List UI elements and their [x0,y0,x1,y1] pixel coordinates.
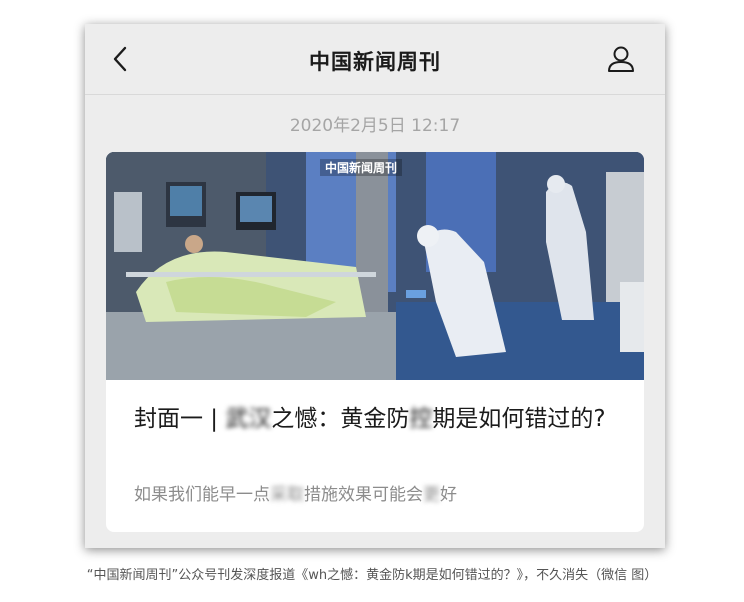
hospital-ward-illustration [106,152,644,380]
article-card[interactable]: 中国新闻周刊 封面一 | 武汉之憾：黄金防控期是如何错过的? 如果我们能早一点采… [106,152,644,532]
title-suffix: 期是如何错过的? [432,406,606,432]
title-blurred-char: 控 [409,406,433,432]
title-prefix: 封面一 | [134,406,226,432]
title-middle: 之憾：黄金防 [271,406,410,432]
summary-suffix: 好 [440,485,457,505]
article-cover-image: 中国新闻周刊 [106,152,644,380]
image-watermark: 中国新闻周刊 [320,159,403,176]
title-blurred-word: 武汉 [225,406,272,432]
summary-prefix: 如果我们能早一点 [134,485,270,505]
page-title: 中国新闻周刊 [309,50,441,74]
top-bar: 中国新闻周刊 [85,24,665,95]
person-outline-icon [608,46,634,72]
summary-blurred-word: 采取 [270,485,304,505]
wechat-screen: 中国新闻周刊 2020年2月5日 12:17 中国新闻周刊 封面一 | 武汉之憾… [85,24,665,548]
summary-middle: 措施效果可能会 [304,485,423,505]
message-timestamp: 2020年2月5日 12:17 [289,116,461,136]
article-title: 封面一 | 武汉之憾：黄金防控期是如何错过的? [134,404,620,435]
summary-blurred-char: 更 [423,485,440,505]
article-summary: 如果我们能早一点采取措施效果可能会更好 [134,480,624,505]
profile-button[interactable] [605,43,637,75]
photo-caption: “中国新闻周刊”公众号刊发深度报道《wh之憾：黄金防k期是如何错过的？》，不久消… [86,568,658,583]
